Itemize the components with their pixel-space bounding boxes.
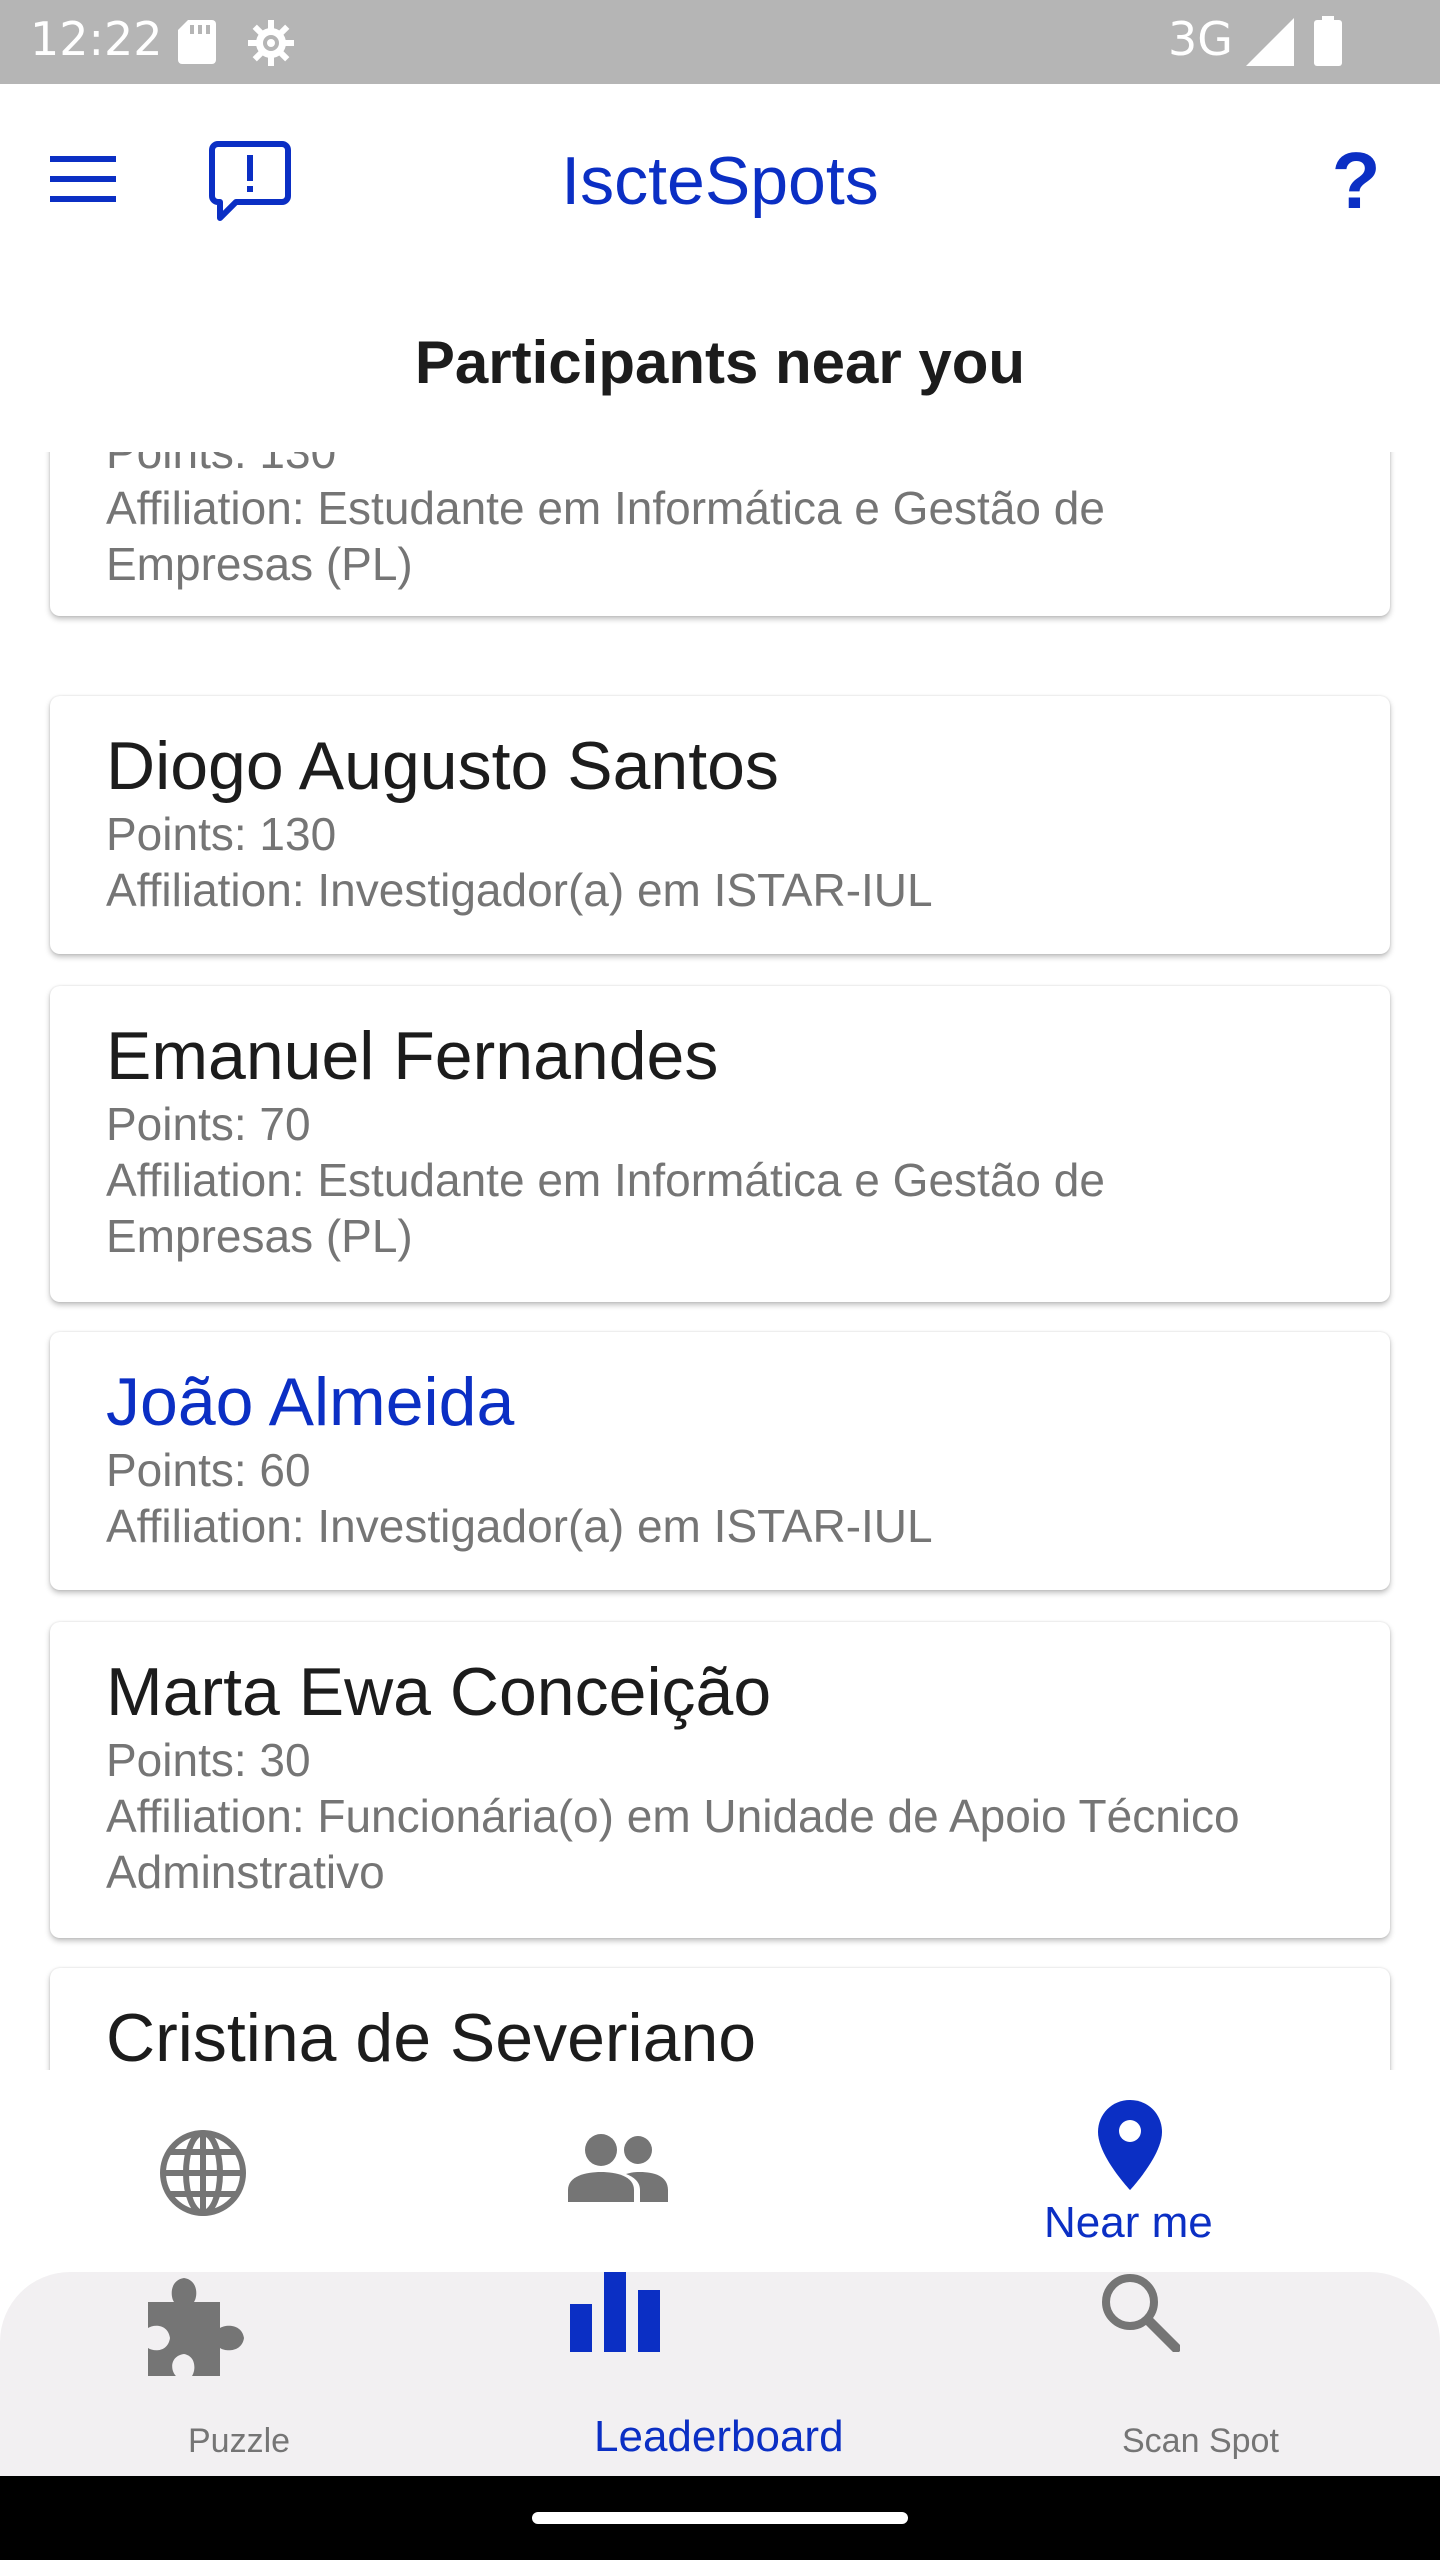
participant-affiliation: Affiliation: Estudante em Informática e … xyxy=(106,1154,1105,1206)
participant-affiliation-cont: Adminstrativo xyxy=(106,1846,385,1898)
participant-affiliation: Affiliation: Investigador(a) em ISTAR-IU… xyxy=(106,1500,933,1552)
sd-card-icon xyxy=(178,20,216,64)
participant-name: Marta Ewa Conceição xyxy=(106,1654,772,1730)
participant-affiliation: Affiliation: Funcionária(o) em Unidade d… xyxy=(106,1790,1240,1842)
participant-card-current-user: João Almeida Points: 60 Affiliation: Inv… xyxy=(50,1332,1390,1590)
leaderboard-icon xyxy=(570,2272,660,2352)
network-type: 3G xyxy=(1168,12,1233,66)
status-time: 12:22 xyxy=(30,12,163,66)
leaderboard-tabs: Near me xyxy=(0,2070,1440,2270)
signal-icon xyxy=(1246,18,1294,66)
participant-card: Cristina de Severiano xyxy=(50,1968,1390,2070)
battery-icon xyxy=(1314,16,1342,66)
participant-affiliation: Affiliation: Estudante em Informática e … xyxy=(106,482,1105,534)
participant-name: João Almeida xyxy=(106,1364,515,1440)
tab-near-me[interactable]: Near me xyxy=(1000,2070,1260,2270)
participant-card: Points: 130 Affiliation: Estudante em In… xyxy=(50,452,1390,616)
nav-leaderboard[interactable]: Leaderboard xyxy=(570,2272,870,2476)
settings-gear-icon xyxy=(248,20,294,66)
app-title: IscteSpots xyxy=(561,143,879,219)
home-gesture-handle[interactable] xyxy=(532,2512,908,2524)
nav-scan-spot-label: Scan Spot xyxy=(1122,2422,1279,2460)
tab-near-me-label: Near me xyxy=(1044,2198,1213,2247)
participant-name: Cristina de Severiano xyxy=(106,2000,757,2070)
location-pin-icon xyxy=(1098,2100,1162,2190)
participant-points: Points: 130 xyxy=(106,808,337,860)
page-title: Participants near you xyxy=(414,329,1026,396)
participant-card: Diogo Augusto Santos Points: 130 Affilia… xyxy=(50,696,1390,954)
system-gesture-bar xyxy=(0,2476,1440,2560)
participant-card: Marta Ewa Conceição Points: 30 Affiliati… xyxy=(50,1622,1390,1938)
nav-puzzle[interactable]: Puzzle xyxy=(140,2272,340,2476)
puzzle-icon xyxy=(148,2278,244,2376)
people-icon xyxy=(568,2134,668,2202)
nav-puzzle-label: Puzzle xyxy=(188,2422,291,2460)
participants-list[interactable]: Points: 130 Affiliation: Estudante em In… xyxy=(0,452,1440,2070)
participant-name: Emanuel Fernandes xyxy=(106,1018,719,1094)
help-icon[interactable]: ? xyxy=(1326,136,1386,226)
bottom-navigation: Puzzle Leaderboard Scan Spot xyxy=(0,2272,1440,2476)
participant-affiliation-cont: Empresas (PL) xyxy=(106,538,413,590)
status-bar: 12:22 3G xyxy=(0,0,1440,84)
nav-leaderboard-label: Leaderboard xyxy=(594,2412,844,2461)
participant-name: Diogo Augusto Santos xyxy=(106,728,779,804)
participant-points: Points: 70 xyxy=(106,1098,311,1150)
participant-points: Points: 60 xyxy=(106,1444,311,1496)
participant-points: Points: 130 xyxy=(106,452,337,478)
participant-affiliation-cont: Empresas (PL) xyxy=(106,1210,413,1262)
tab-affiliation[interactable] xyxy=(514,2070,724,2270)
participant-card: Emanuel Fernandes Points: 70 Affiliation… xyxy=(50,986,1390,1302)
app-bar: IscteSpots ? xyxy=(0,84,1440,274)
participant-affiliation: Affiliation: Investigador(a) em ISTAR-IU… xyxy=(106,864,933,916)
globe-icon xyxy=(160,2130,246,2216)
tab-global[interactable] xyxy=(100,2070,310,2270)
nav-scan-spot[interactable]: Scan Spot xyxy=(1100,2272,1300,2476)
search-icon xyxy=(1102,2274,1181,2353)
participant-points: Points: 30 xyxy=(106,1734,311,1786)
